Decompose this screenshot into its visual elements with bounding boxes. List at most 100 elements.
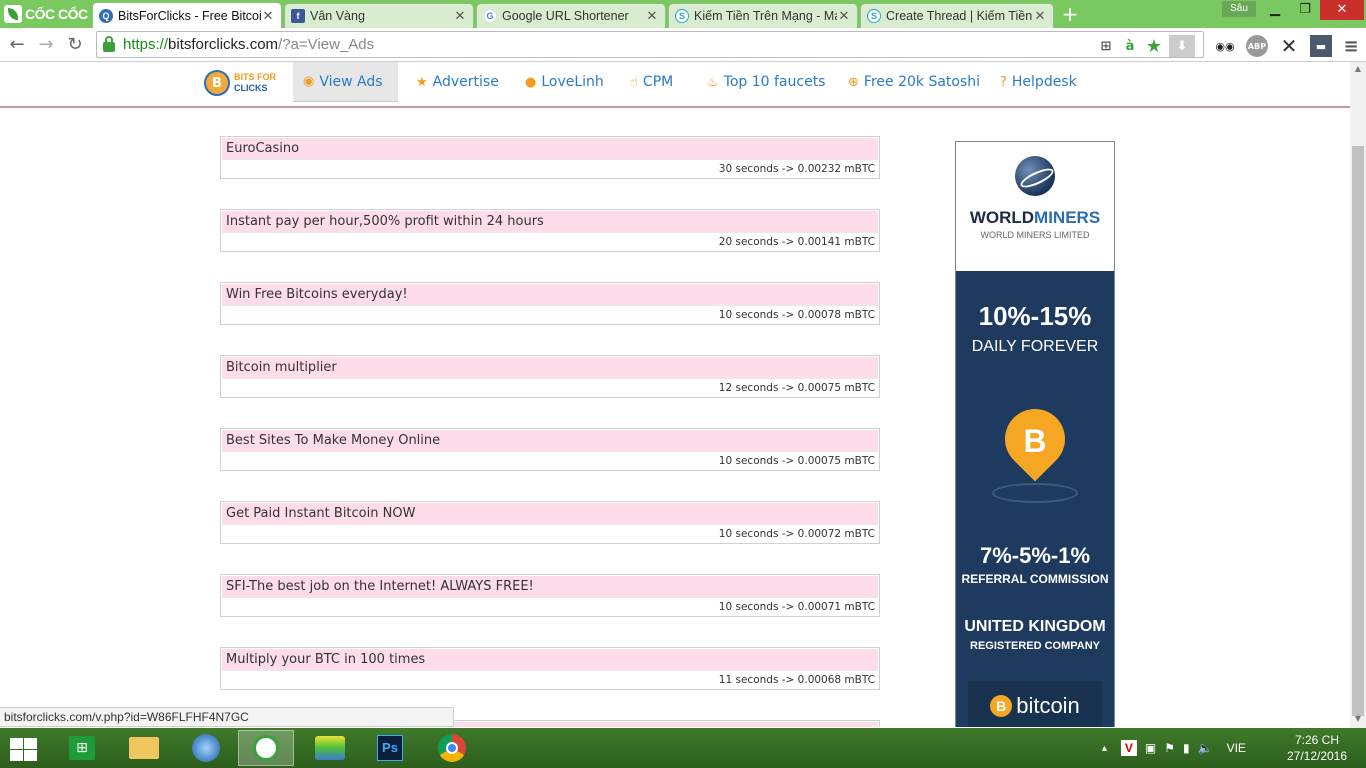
close-tab-icon[interactable]: ✕: [837, 8, 851, 24]
download-icon[interactable]: ⬇: [1169, 35, 1195, 57]
clock-time: 7:26 CH: [1294, 733, 1340, 747]
network-icon[interactable]: ▣: [1145, 741, 1156, 755]
coccoc-brand-text: CỐC CỐC: [25, 6, 88, 22]
url-host: bitsforclicks.com: [168, 36, 279, 53]
ad-title[interactable]: Multiply your BTC in 100 times: [222, 649, 878, 671]
ad-title[interactable]: Instant pay per hour,500% profit within …: [222, 211, 878, 233]
bookmark-star-icon[interactable]: ★: [1145, 36, 1163, 57]
menu-icon[interactable]: ≡: [1340, 35, 1362, 57]
scroll-down-icon[interactable]: ▼: [1350, 712, 1366, 726]
store-icon[interactable]: ⊞: [54, 730, 110, 766]
photoshop-icon[interactable]: Ps: [362, 730, 418, 766]
link-status-bubble: bitsforclicks.com/v.php?id=W86FLFHF4N7GC: [0, 707, 454, 727]
nav-helpdesk[interactable]: ? Helpdesk: [990, 62, 1087, 102]
banner-sub-registered: REGISTERED COMPANY: [970, 640, 1100, 652]
tab-bitsforclicks[interactable]: Q BitsForClicks - Free Bitcoin ✕: [92, 2, 282, 28]
nav-view-ads[interactable]: ◉ View Ads: [293, 62, 398, 102]
nav-free-20k-satoshi[interactable]: ⊕ Free 20k Satoshi: [838, 62, 990, 102]
nav-top-10-faucets[interactable]: ♨ Top 10 faucets: [697, 62, 835, 102]
ad-item[interactable]: Win Free Bitcoins everyday! 10 seconds -…: [220, 282, 880, 325]
battery-icon[interactable]: ▮: [1183, 741, 1190, 755]
close-tab-icon[interactable]: ✕: [453, 8, 467, 24]
nav-cpm[interactable]: ☝ CPM: [620, 62, 683, 102]
ad-item[interactable]: Multiply your BTC in 100 times 11 second…: [220, 647, 880, 690]
coccoc-logo[interactable]: CỐC CỐC: [0, 0, 88, 28]
facebook-icon: f: [291, 9, 305, 23]
translate-icon[interactable]: ⊞: [1097, 37, 1115, 55]
lock-icon: [103, 35, 115, 52]
extension-x-icon[interactable]: ✕: [1278, 34, 1300, 58]
user-icon: ●: [525, 74, 537, 90]
eye-icon: ◉: [303, 74, 315, 89]
start-button[interactable]: [8, 736, 38, 762]
banner-sub-referral: REFERRAL COMMISSION: [961, 572, 1109, 586]
windows-logo-pane: [10, 738, 23, 749]
tab-title: Kiếm Tiền Trên Mạng - Mạ: [694, 9, 837, 23]
scroll-thumb[interactable]: [1352, 146, 1364, 716]
plus-circle-icon: ⊕: [848, 74, 859, 90]
media-player-icon[interactable]: [178, 730, 234, 766]
banner-headline-country: UNITED KINGDOM: [964, 618, 1106, 635]
ad-item[interactable]: Instant pay per hour,500% profit within …: [220, 209, 880, 252]
clock[interactable]: 7:26 CH 27/12/2016: [1282, 732, 1352, 764]
extension-mask-icon[interactable]: ◉◉: [1214, 35, 1236, 57]
nav-label: LoveLinh: [541, 74, 604, 90]
action-center-icon[interactable]: ⚑: [1164, 741, 1175, 755]
site-logo[interactable]: B BITS FOR CLICKS: [204, 70, 276, 96]
ad-title[interactable]: Bitcoin multiplier: [222, 357, 878, 379]
page-scrollbar[interactable]: ▲ ▼: [1350, 62, 1366, 728]
ad-item[interactable]: Bitcoin multiplier 12 seconds -> 0.00075…: [220, 355, 880, 398]
worldminers-banner[interactable]: WORLDMINERS WORLD MINERS LIMITED 10%-15%…: [955, 141, 1115, 727]
nav-advertise[interactable]: ★ Advertise: [406, 62, 509, 102]
bluestacks-icon[interactable]: [302, 730, 358, 766]
banner-headline-rate: 10%-15%: [978, 301, 1092, 331]
ad-title[interactable]: SFI-The best job on the Internet! ALWAYS…: [222, 576, 878, 598]
coccoc-leaf-icon: [4, 5, 22, 23]
input-language[interactable]: VIE: [1227, 741, 1246, 755]
ad-title[interactable]: Win Free Bitcoins everyday!: [222, 284, 878, 306]
new-tab-button[interactable]: +: [1060, 4, 1080, 24]
restore-button[interactable]: ❐: [1290, 0, 1320, 20]
profile-badge[interactable]: Sâu: [1222, 1, 1256, 17]
ad-item[interactable]: Best Sites To Make Money Online 10 secon…: [220, 428, 880, 471]
bitcoin-logo-box: B bitcoin: [968, 681, 1102, 727]
file-explorer-icon[interactable]: [116, 730, 172, 766]
forward-button[interactable]: →: [35, 34, 57, 56]
coccoc-taskbar-icon[interactable]: [238, 730, 294, 766]
google-icon: G: [483, 9, 497, 23]
tray-expand-icon[interactable]: ▲: [1100, 743, 1109, 753]
nav-label: Helpdesk: [1011, 74, 1077, 90]
ad-title[interactable]: EuroCasino: [222, 138, 878, 160]
clock-date: 27/12/2016: [1286, 749, 1348, 763]
brand-miners: MINERS: [1034, 208, 1101, 227]
ad-item[interactable]: SFI-The best job on the Internet! ALWAYS…: [220, 574, 880, 617]
tab-create-thread[interactable]: S Create Thread | Kiếm Tiền ✕: [860, 3, 1054, 28]
ad-reward: 10 seconds -> 0.00071 mBTC: [718, 601, 875, 613]
nav-lovelinh[interactable]: ● LoveLinh: [515, 62, 614, 102]
scroll-up-icon[interactable]: ▲: [1350, 62, 1366, 76]
ad-item[interactable]: EuroCasino 30 seconds -> 0.00232 mBTC: [220, 136, 880, 179]
logo-text-bottom: CLICKS: [234, 83, 268, 93]
ad-title[interactable]: Get Paid Instant Bitcoin NOW: [222, 503, 878, 525]
chrome-icon[interactable]: [424, 730, 480, 766]
close-tab-icon[interactable]: ✕: [1033, 8, 1047, 24]
close-window-button[interactable]: ✕: [1320, 0, 1364, 20]
extension-notify-icon[interactable]: ▬: [1310, 35, 1332, 57]
vietnamese-input-icon[interactable]: à: [1121, 37, 1139, 55]
browser-toolbar: ← → ↻ https://bitsforclicks.com/?a=View_…: [0, 28, 1366, 62]
minimize-button[interactable]: ▁: [1260, 0, 1290, 20]
tab-kiem-tien-tren-mang[interactable]: S Kiếm Tiền Trên Mạng - Mạ ✕: [668, 3, 858, 28]
tab-facebook[interactable]: f Vân Vàng ✕: [284, 3, 474, 28]
tab-google-url-shortener[interactable]: G Google URL Shortener ✕: [476, 3, 666, 28]
ad-title[interactable]: Best Sites To Make Money Online: [222, 430, 878, 452]
address-bar[interactable]: https://bitsforclicks.com/?a=View_Ads ⊞ …: [96, 31, 1204, 58]
adblock-plus-icon[interactable]: ABP: [1246, 35, 1268, 57]
back-button[interactable]: ←: [6, 34, 28, 56]
volume-icon[interactable]: 🔈: [1198, 741, 1213, 755]
logo-text-top: BITS FOR: [234, 72, 276, 82]
reload-button[interactable]: ↻: [64, 34, 86, 56]
close-tab-icon[interactable]: ✕: [261, 8, 275, 24]
unikey-icon[interactable]: V: [1120, 740, 1137, 756]
ad-item[interactable]: Get Paid Instant Bitcoin NOW 10 seconds …: [220, 501, 880, 544]
close-tab-icon[interactable]: ✕: [645, 8, 659, 24]
